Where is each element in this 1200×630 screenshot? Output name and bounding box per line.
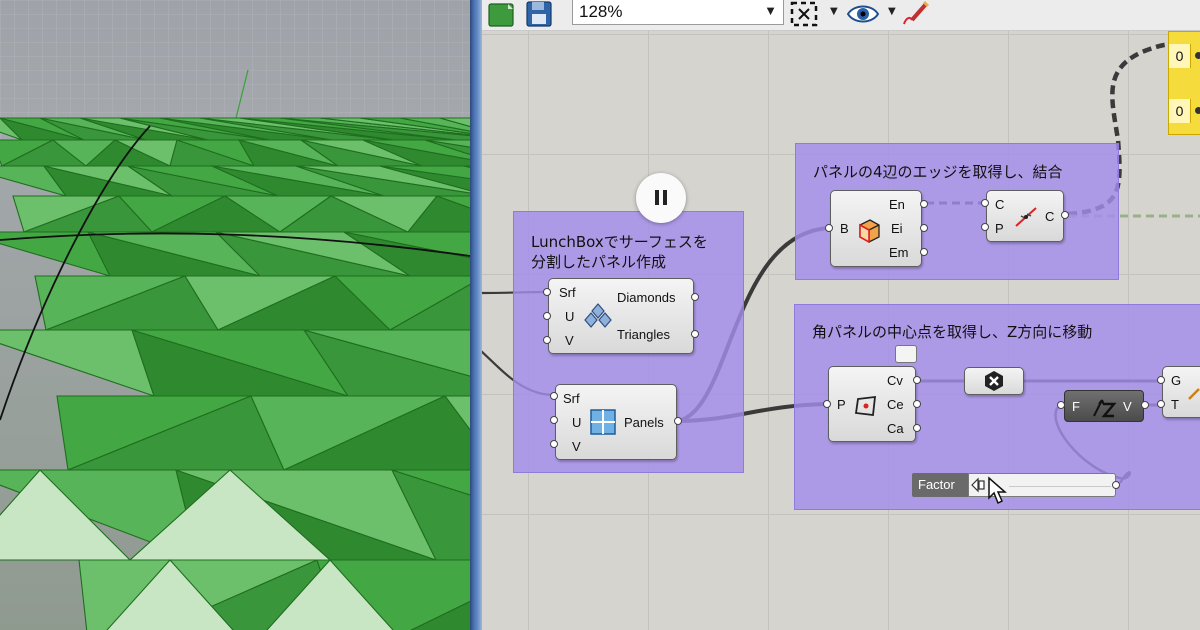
rhino-viewport[interactable] [0, 0, 470, 630]
pin-diamonds-v[interactable] [543, 336, 551, 344]
input-f: F [1072, 399, 1080, 414]
input-b: B [840, 221, 849, 236]
input-p: P [995, 221, 1004, 236]
paneled-surface-render [0, 0, 470, 630]
output-ei: Ei [891, 221, 903, 236]
pin-diamonds-srf[interactable] [543, 288, 551, 296]
group-title-line2: 分割したパネル作成 [531, 253, 667, 271]
comment-bubble[interactable] [895, 345, 917, 363]
panel-dot [1195, 52, 1200, 59]
quad-panels-component[interactable]: Srf U V Panels [555, 384, 677, 460]
pin-slider-out[interactable] [1112, 481, 1120, 489]
output-panels: Panels [624, 415, 664, 430]
output-triangles: Triangles [617, 327, 670, 342]
diamond-panels-icon [584, 303, 612, 328]
pin-edges-en[interactable] [920, 200, 928, 208]
pin-panels-out[interactable] [674, 417, 682, 425]
input-srf: Srf [563, 391, 580, 406]
pin-move-t[interactable] [1157, 400, 1165, 408]
pause-button[interactable] [636, 173, 686, 223]
quad-panels-icon [590, 409, 616, 435]
input-u: U [572, 415, 582, 430]
pin-panels-v[interactable] [550, 440, 558, 448]
unit-z-component[interactable]: F V [1064, 390, 1144, 422]
pause-bar-left [655, 190, 659, 205]
move-arrow-icon [1188, 388, 1200, 400]
input-c: C [995, 197, 1005, 212]
pin-area-cv[interactable] [913, 376, 921, 384]
pin-edges-b[interactable] [825, 224, 833, 232]
input-v: V [565, 333, 574, 348]
input-u: U [565, 309, 575, 324]
canvas-toolbar: 128% ▼ ▼ ▼ [482, 0, 1200, 31]
zoom-value: 128% [579, 2, 623, 21]
value-panel[interactable]: 0 0 [1168, 31, 1200, 135]
join-curves-component[interactable]: C P C [986, 190, 1064, 242]
pin-area-p[interactable] [823, 400, 831, 408]
join-curves-icon [1015, 207, 1037, 227]
chevron-down-icon: ▼ [764, 3, 777, 18]
unit-z-icon [1093, 399, 1117, 418]
output-v: V [1123, 399, 1132, 414]
app-window: LunchBoxでサーフェスを 分割したパネル作成 パネルの4辺のエッジを取得し… [0, 0, 1200, 630]
input-g: G [1171, 373, 1182, 388]
caret-down-icon[interactable]: ▼ [888, 6, 896, 17]
input-p: P [837, 397, 846, 412]
pin-diamonds-out[interactable] [691, 293, 699, 301]
grasshopper-canvas[interactable]: LunchBoxでサーフェスを 分割したパネル作成 パネルの4辺のエッジを取得し… [482, 0, 1200, 630]
group-title-line1: LunchBoxでサーフェスを [531, 233, 708, 251]
panel-dot [1195, 107, 1200, 114]
box-edges-icon [859, 219, 880, 243]
pin-area-ce[interactable] [913, 400, 921, 408]
surface-panel [0, 329, 155, 397]
group-title: パネルの4辺のエッジを取得し、結合 [813, 163, 1063, 181]
slider-label: Factor [912, 473, 968, 497]
zoom-dropdown[interactable]: 128% ▼ [572, 0, 784, 25]
pin-panels-srf[interactable] [550, 392, 558, 400]
slider-tick-line [1009, 486, 1111, 487]
mouse-cursor-icon [988, 476, 1007, 505]
area-component[interactable]: P Cv Ce Ca [828, 366, 916, 442]
output-ca: Ca [887, 421, 904, 436]
panel-value-0: 0 [1169, 44, 1191, 68]
cull-component[interactable] [964, 367, 1024, 395]
group-title: 角パネルの中心点を取得し、Z方向に移動 [812, 323, 1093, 341]
pin-edges-ei[interactable] [920, 224, 928, 232]
pin-triangles-out[interactable] [691, 330, 699, 338]
pin-area-ca[interactable] [913, 424, 921, 432]
cull-x-icon [985, 371, 1003, 391]
open-file-icon[interactable] [486, 0, 516, 28]
pin-edges-em[interactable] [920, 248, 928, 256]
diamond-panels-component[interactable]: Srf U V Diamonds Triangles [548, 278, 694, 354]
panel-value-1: 0 [1169, 99, 1191, 123]
save-icon[interactable] [524, 0, 554, 28]
move-component[interactable]: G T [1162, 366, 1200, 418]
output-em: Em [889, 245, 909, 260]
pin-unitz-f[interactable] [1057, 401, 1065, 409]
output-ce: Ce [887, 397, 904, 412]
output-diamonds: Diamonds [617, 290, 676, 305]
pin-join-out[interactable] [1061, 211, 1069, 219]
panel-splitter[interactable] [470, 0, 482, 630]
output-cv: Cv [887, 373, 903, 388]
pin-join-c[interactable] [981, 199, 989, 207]
pin-diamonds-u[interactable] [543, 312, 551, 320]
input-t: T [1171, 397, 1179, 412]
preview-eye-icon[interactable] [846, 0, 880, 28]
input-srf: Srf [559, 285, 576, 300]
pause-bar-right [663, 190, 667, 205]
pin-join-p[interactable] [981, 223, 989, 231]
brep-edges-component[interactable]: B En Ei Em [830, 190, 922, 267]
output-c: C [1045, 209, 1055, 224]
factor-slider[interactable]: Factor [912, 473, 1120, 497]
input-v: V [572, 439, 581, 454]
zoom-extents-icon[interactable] [788, 0, 820, 28]
sketch-pen-icon[interactable] [900, 0, 930, 28]
output-en: En [889, 197, 905, 212]
caret-down-icon[interactable]: ▼ [830, 6, 838, 17]
pin-move-g[interactable] [1157, 376, 1165, 384]
pin-panels-u[interactable] [550, 416, 558, 424]
pin-unitz-v[interactable] [1141, 401, 1149, 409]
area-centroid-icon [854, 395, 877, 416]
